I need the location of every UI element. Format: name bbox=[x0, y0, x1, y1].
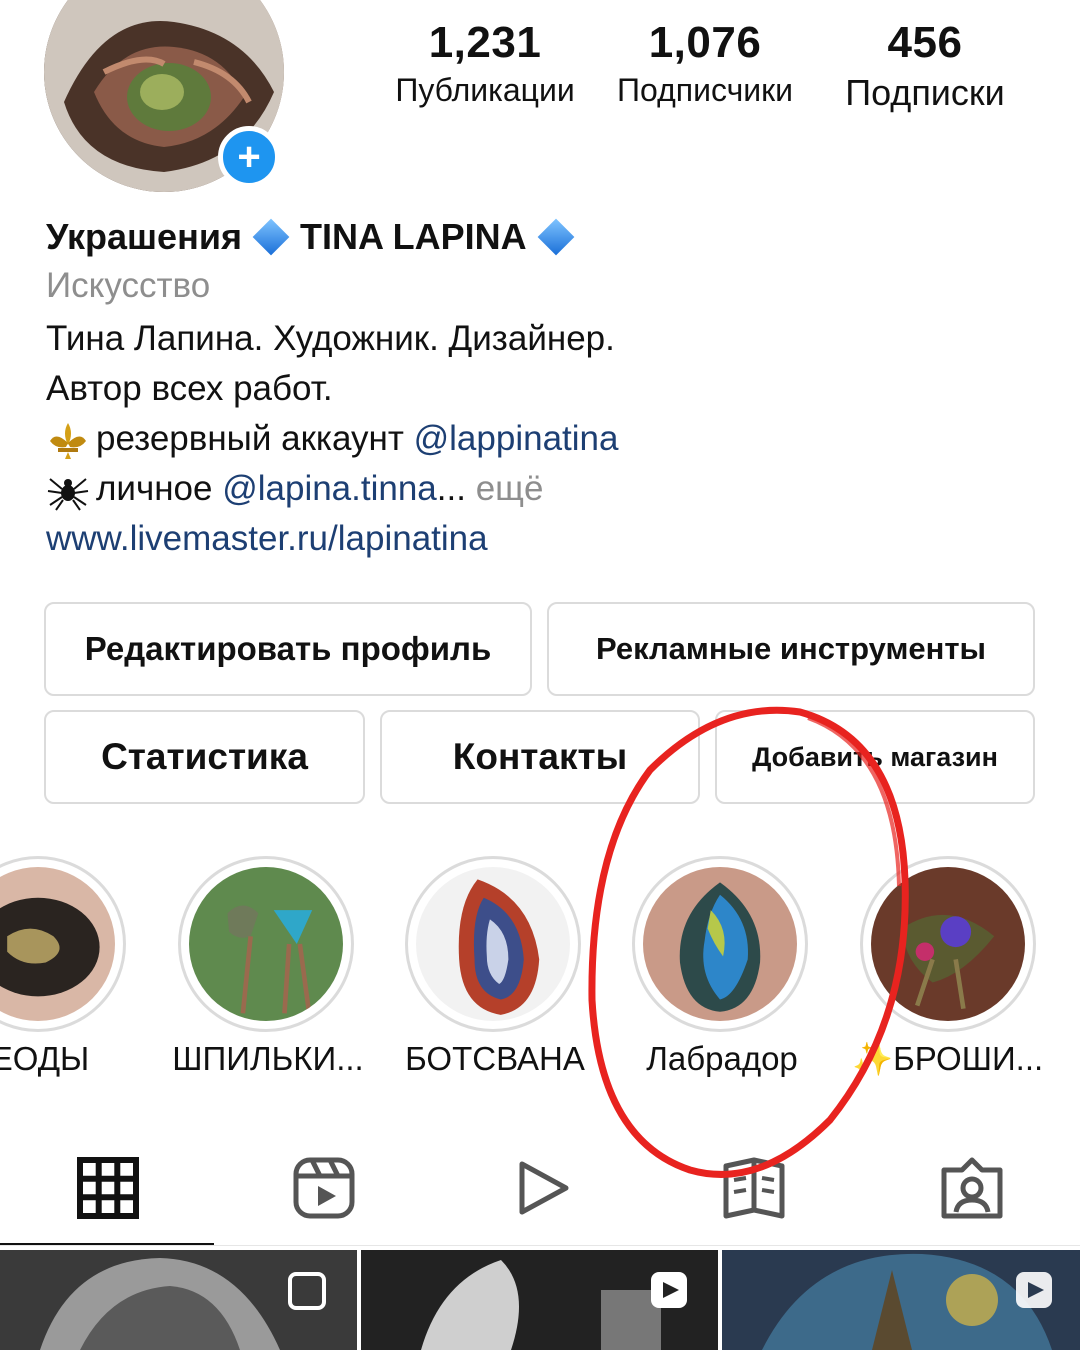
highlight-label-text: БРОШИ... bbox=[893, 1040, 1044, 1077]
highlight-brooch-image bbox=[871, 867, 1025, 1021]
post-thumbnail[interactable] bbox=[0, 1250, 357, 1350]
highlight-item[interactable]: БОТСВАНА bbox=[405, 856, 585, 1096]
bio-line-1: Тина Лапина. Художник. Дизайнер. bbox=[46, 319, 615, 358]
spider-icon bbox=[47, 477, 89, 511]
post-image bbox=[722, 1250, 1080, 1350]
add-story-plus-icon[interactable]: + bbox=[218, 126, 280, 188]
bio-ellipsis: ... bbox=[436, 469, 466, 508]
highlight-item[interactable]: ✨БРОШИ... bbox=[852, 856, 1043, 1096]
contacts-button[interactable]: Контакты bbox=[380, 710, 700, 804]
edit-profile-button[interactable]: Редактировать профиль bbox=[44, 602, 532, 696]
profile-category: Искусство bbox=[46, 266, 211, 305]
fleur-de-lis-icon bbox=[50, 422, 86, 459]
highlight-label: БОТСВАНА bbox=[405, 1040, 585, 1077]
highlight-agate-image bbox=[416, 867, 570, 1021]
post-thumbnail[interactable] bbox=[361, 1250, 718, 1350]
tab-posts-grid[interactable] bbox=[72, 1152, 144, 1224]
following-count-value: 456 bbox=[887, 18, 963, 67]
profile-stats: 1,231 Публикации 1,076 Подписчики 456 По… bbox=[370, 18, 1050, 128]
insights-button[interactable]: Статистика bbox=[44, 710, 365, 804]
guides-icon bbox=[723, 1157, 785, 1219]
highlight-ring bbox=[632, 856, 808, 1032]
highlight-label: Лабрадор bbox=[646, 1040, 798, 1077]
highlight-ring bbox=[405, 856, 581, 1032]
bio-more-button[interactable]: ещё bbox=[466, 469, 544, 508]
tab-videos[interactable] bbox=[506, 1152, 578, 1224]
followers-count-value: 1,076 bbox=[648, 18, 762, 67]
highlight-ring bbox=[178, 856, 354, 1032]
highlight-ring bbox=[0, 856, 126, 1032]
tab-tagged[interactable] bbox=[936, 1152, 1008, 1224]
post-thumbnail[interactable] bbox=[722, 1250, 1080, 1350]
website-link[interactable]: www.livemaster.ru/lapinatina bbox=[46, 514, 1046, 564]
post-image bbox=[0, 1250, 357, 1350]
profile-name: Украшения TINA LAPINA bbox=[46, 212, 1046, 262]
highlight-labradorite-image bbox=[643, 867, 797, 1021]
ad-tools-button[interactable]: Рекламные инструменты bbox=[547, 602, 1035, 696]
profile-bio: Украшения TINA LAPINA Искусство Тина Лап… bbox=[46, 212, 1046, 564]
grid-icon bbox=[77, 1157, 139, 1219]
followers-count[interactable]: 1,076 Подписчики bbox=[600, 18, 810, 109]
tagged-icon bbox=[941, 1157, 1003, 1219]
add-shop-button[interactable]: Добавить магазин bbox=[715, 710, 1035, 804]
following-count[interactable]: 456 Подписки bbox=[825, 18, 1025, 114]
bio-line-3-text: резервный аккаунт bbox=[96, 419, 414, 458]
posts-count[interactable]: 1,231 Публикации bbox=[380, 18, 590, 109]
bio-line-2: Автор всех работ. bbox=[46, 369, 333, 408]
highlight-item[interactable]: ШПИЛЬКИ... bbox=[172, 856, 364, 1096]
following-count-label: Подписки bbox=[845, 72, 1005, 113]
video-play-icon bbox=[519, 1161, 569, 1215]
highlight-hairpins-image bbox=[189, 867, 343, 1021]
tab-guides[interactable] bbox=[718, 1152, 790, 1224]
personal-account-link[interactable]: @lapina.tinna bbox=[222, 469, 437, 508]
highlight-ring bbox=[860, 856, 1036, 1032]
tab-divider bbox=[0, 1245, 1080, 1246]
bio-line-3: резервный аккаунт @lappinatina bbox=[46, 414, 1046, 464]
highlight-label: ШПИЛЬКИ... bbox=[172, 1040, 364, 1077]
profile-name-part2: TINA LAPINA bbox=[299, 216, 527, 257]
posts-count-label: Публикации bbox=[395, 72, 575, 108]
highlight-item[interactable]: Лабрадор bbox=[632, 856, 812, 1096]
tab-reels[interactable] bbox=[288, 1152, 360, 1224]
reels-icon bbox=[293, 1157, 355, 1219]
post-image bbox=[361, 1250, 718, 1350]
blue-diamond-icon bbox=[252, 218, 290, 256]
followers-count-label: Подписчики bbox=[616, 72, 794, 108]
highlight-label: ЕОДЫ bbox=[0, 1040, 90, 1077]
highlight-geode-image bbox=[0, 867, 115, 1021]
highlight-label: ✨БРОШИ... bbox=[852, 1040, 1072, 1079]
bio-line-4-text: личное bbox=[96, 469, 223, 508]
blue-diamond-icon bbox=[537, 218, 575, 256]
profile-name-part1: Украшения bbox=[46, 216, 242, 257]
backup-account-link[interactable]: @lappinatina bbox=[414, 419, 619, 458]
highlight-item[interactable]: ЕОДЫ bbox=[0, 856, 130, 1096]
sparkle-icon: ✨ bbox=[852, 1040, 894, 1077]
bio-line-4: личное @lapina.tinna... ещё bbox=[46, 464, 1046, 514]
posts-count-value: 1,231 bbox=[428, 18, 542, 67]
